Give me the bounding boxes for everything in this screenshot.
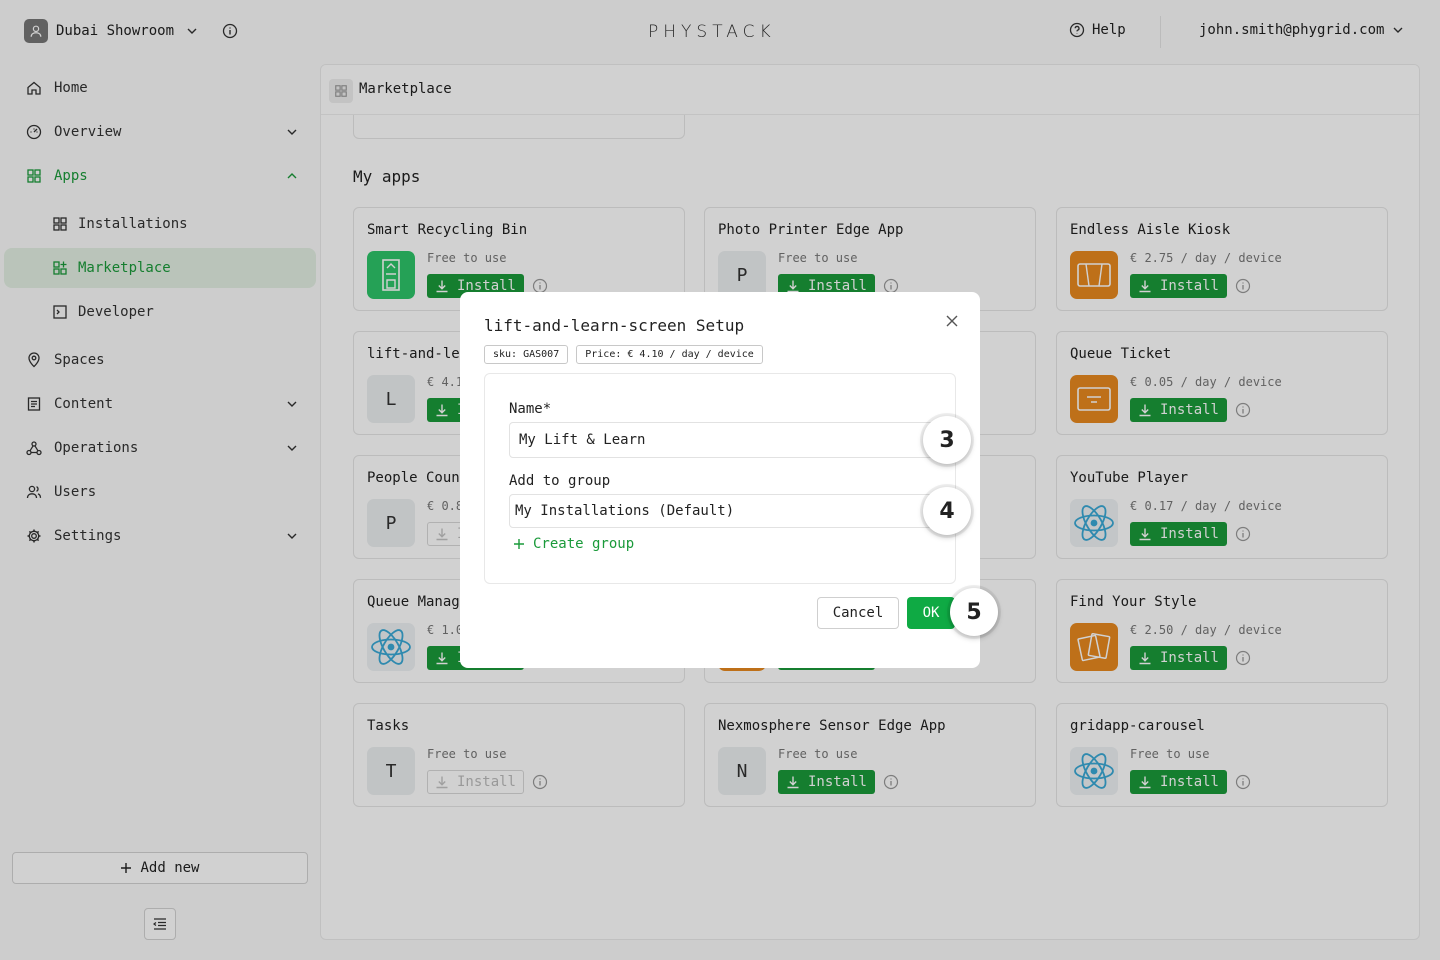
setup-form: Name* My Lift & Learn Add to group My In… — [484, 373, 956, 584]
group-select-value: My Installations (Default) — [515, 503, 735, 519]
setup-dialog: lift-and-learn-screen Setup sku: GAS007 … — [460, 292, 980, 668]
name-input-value: My Lift & Learn — [519, 432, 646, 448]
step-marker-4: 4 — [923, 487, 971, 535]
dialog-title: lift-and-learn-screen Setup — [484, 316, 745, 335]
sku-tag: sku: GAS007 — [484, 345, 569, 364]
dialog-tags: sku: GAS007 Price: € 4.10 / day / device — [484, 345, 763, 364]
close-icon[interactable] — [944, 313, 960, 329]
step-marker-5: 5 — [950, 588, 998, 636]
ok-button[interactable]: OK — [907, 597, 955, 629]
group-select[interactable]: My Installations (Default) — [509, 494, 941, 528]
create-group-link[interactable]: Create group — [513, 536, 634, 552]
price-tag: Price: € 4.10 / day / device — [576, 345, 763, 364]
step-marker-3: 3 — [923, 416, 971, 464]
name-field-label: Name* — [509, 401, 552, 417]
create-group-label: Create group — [533, 536, 635, 552]
name-input[interactable]: My Lift & Learn — [509, 422, 941, 458]
plus-icon — [514, 539, 524, 549]
group-field-label: Add to group — [509, 473, 611, 489]
cancel-button[interactable]: Cancel — [817, 597, 899, 629]
